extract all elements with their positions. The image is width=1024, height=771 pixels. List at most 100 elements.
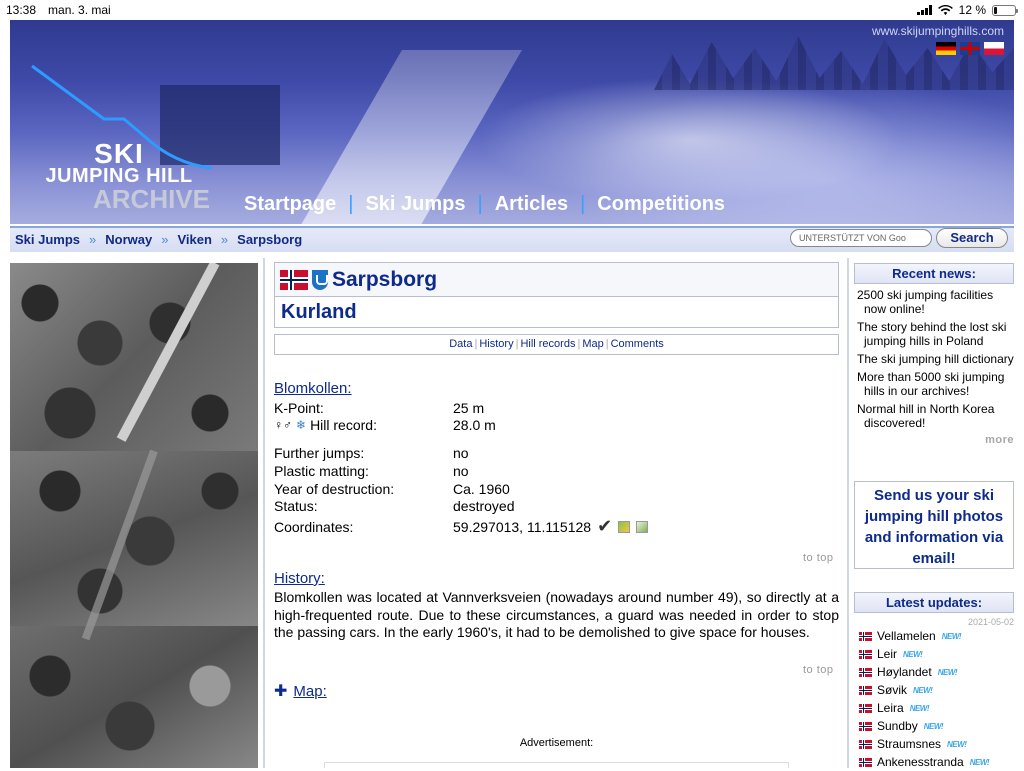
breadcrumb-separator: » <box>161 231 169 247</box>
update-item[interactable]: Leira NEW! <box>854 699 1014 717</box>
breadcrumb-separator: » <box>89 231 97 247</box>
nav-competitions[interactable]: Competitions <box>597 193 725 216</box>
data-row-plastic-matting: Plastic matting: no <box>274 463 834 479</box>
latest-updates-date: 2021-05-02 <box>967 617 1014 627</box>
advertisement-box <box>324 762 789 768</box>
map-heading: Map: <box>293 682 327 700</box>
norway-flag-icon <box>859 685 872 695</box>
nav-articles[interactable]: Articles <box>495 193 568 216</box>
wifi-icon <box>937 4 953 15</box>
nav-startpage[interactable]: Startpage <box>244 193 336 216</box>
aerial-photo-middle <box>10 451 258 626</box>
nav-separator: | <box>580 193 586 215</box>
site-url: www.skijumpinghills.com <box>871 24 1004 38</box>
breadcrumb-viken[interactable]: Viken <box>177 232 211 247</box>
recent-news-title: Recent news: <box>854 263 1014 284</box>
new-badge: NEW! <box>941 631 962 641</box>
map-pin-icon[interactable] <box>636 520 649 533</box>
tab-hill-records[interactable]: Hill records <box>520 338 575 350</box>
new-badge: NEW! <box>937 667 958 677</box>
search-button[interactable]: Search <box>936 228 1008 248</box>
flag-polish-icon[interactable] <box>984 42 1004 55</box>
norway-flag-icon <box>859 667 872 677</box>
data-label: Coordinates: <box>274 518 354 535</box>
update-item[interactable]: Leir NEW! <box>854 645 1014 663</box>
tab-comments[interactable]: Comments <box>611 338 664 350</box>
norway-flag-icon <box>859 757 872 767</box>
data-row-further-jumps: Further jumps: no <box>274 445 834 461</box>
data-value: 25 m <box>453 400 485 416</box>
news-list: 2500 ski jumping facilities now online! … <box>854 288 1014 430</box>
to-top-link[interactable]: to top <box>803 664 834 676</box>
ios-status-bar: 13:38 man. 3. mai 12 % <box>0 0 1024 20</box>
data-row-year-of-destruction: Year of destruction: Ca. 1960 <box>274 481 834 497</box>
update-item[interactable]: Høylandet NEW! <box>854 663 1014 681</box>
new-badge: NEW! <box>969 757 990 767</box>
news-item[interactable]: The ski jumping hill dictionary <box>854 352 1014 366</box>
flag-english-icon[interactable] <box>960 42 980 55</box>
battery-percent: 12 % <box>958 3 986 17</box>
new-badge: NEW! <box>913 685 933 695</box>
news-item[interactable]: The story behind the lost ski jumping hi… <box>854 320 1014 348</box>
google-maps-icon[interactable] <box>618 520 631 533</box>
data-value: no <box>453 463 469 479</box>
recent-news-box: Recent news: 2500 ski jumping facilities… <box>854 263 1014 446</box>
update-item[interactable]: Søvik NEW! <box>854 681 1014 699</box>
news-item[interactable]: 2500 ski jumping facilities now online! <box>854 288 1014 316</box>
news-item[interactable]: More than 5000 ski jumping hills in our … <box>854 370 1014 398</box>
breadcrumb-norway[interactable]: Norway <box>105 232 152 247</box>
send-photos-link[interactable]: Send us your ski jumping hill photos and… <box>854 481 1014 569</box>
data-label: Further jumps: <box>274 445 365 461</box>
flag-german-icon[interactable] <box>936 42 956 55</box>
latest-updates-header: Latest updates: <box>854 592 1014 613</box>
data-label: Year of destruction: <box>274 481 395 497</box>
data-value: Ca. 1960 <box>453 481 510 497</box>
site-banner: www.skijumpinghills.com SKI JUMPING HILL… <box>10 20 1014 224</box>
new-badge: NEW! <box>909 703 930 713</box>
column-divider <box>263 258 265 768</box>
data-row-k-point: K-Point: 25 m <box>274 400 834 416</box>
data-heading: Blomkollen: <box>274 380 352 397</box>
to-top-link[interactable]: to top <box>803 552 834 564</box>
news-item[interactable]: Normal hill in North Korea discovered! <box>854 402 1014 430</box>
new-badge: NEW! <box>923 721 944 731</box>
data-value: destroyed <box>453 498 515 514</box>
status-date: man. 3. mai <box>48 3 111 17</box>
tab-history[interactable]: History <box>479 338 513 350</box>
nav-separator: | <box>477 193 483 215</box>
data-value: no <box>453 445 469 461</box>
coordinates-value[interactable]: 59.297013, 11.115128 <box>453 519 591 535</box>
status-time: 13:38 <box>6 3 37 17</box>
banner-trees <box>654 36 1014 90</box>
tab-map[interactable]: Map <box>582 338 603 350</box>
map-section-toggle[interactable]: ✚ Map: <box>274 681 327 701</box>
aerial-photo[interactable] <box>10 263 258 768</box>
title-row-city: Sarpsborg <box>275 263 838 297</box>
gender-icon: ♀♂ <box>274 418 292 432</box>
update-item[interactable]: Ankenesstranda NEW! <box>854 753 1014 771</box>
search-input[interactable]: UNTERSTÜTZT VON Goo <box>790 229 932 247</box>
logo-jumping-hill: JUMPING HILL <box>45 165 193 187</box>
data-row-hill-record: ♀♂ ❄ Hill record: 28.0 m <box>274 417 834 433</box>
data-label: K-Point: <box>274 400 324 416</box>
data-label: Hill record: <box>310 417 377 433</box>
tab-data[interactable]: Data <box>449 338 472 350</box>
data-row-status: Status: destroyed <box>274 498 834 514</box>
latest-updates-title: Latest updates: <box>854 592 1014 613</box>
update-item[interactable]: Sundby NEW! <box>854 717 1014 735</box>
nav-ski-jumps[interactable]: Ski Jumps <box>365 193 465 216</box>
hill-name: Kurland <box>281 301 357 323</box>
breadcrumb-ski-jumps[interactable]: Ski Jumps <box>15 232 80 247</box>
new-badge: NEW! <box>947 739 967 749</box>
breadcrumb-sarpsborg[interactable]: Sarpsborg <box>237 232 302 247</box>
update-item[interactable]: Straumsnes NEW! <box>854 735 1014 753</box>
breadcrumb-separator: » <box>220 231 229 247</box>
expand-plus-icon: ✚ <box>274 683 288 700</box>
site-logo[interactable]: SKI JUMPING HILL ARCHIVE <box>24 140 214 213</box>
page-title: Sarpsborg <box>332 267 438 291</box>
advertisement-label: Advertisement: <box>519 737 594 749</box>
more-news-link[interactable]: more <box>854 434 1014 446</box>
update-item[interactable]: Vellamelen NEW! <box>854 627 1014 645</box>
nav-separator: | <box>348 193 354 215</box>
history-text: Blomkollen was located at Vannverksveien… <box>274 589 839 640</box>
